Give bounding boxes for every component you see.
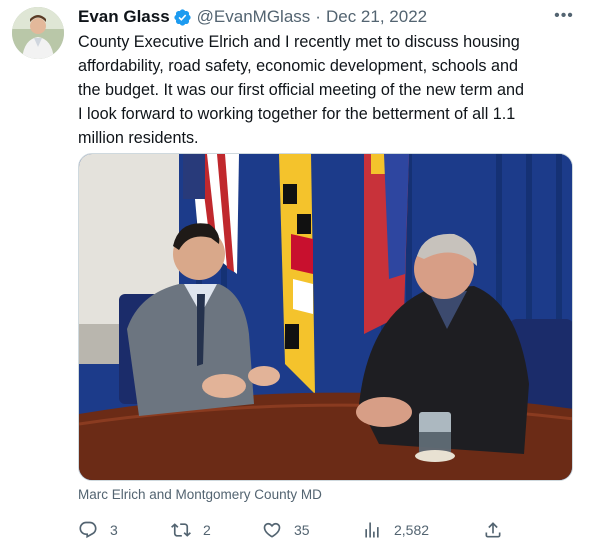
reply-icon <box>79 521 97 539</box>
tweet-header: Evan Glass @EvanMGlass · Dec 21, 2022 <box>78 6 427 28</box>
tweet-photo[interactable] <box>78 153 573 481</box>
tweet-text: County Executive Elrich and I recently m… <box>78 33 524 147</box>
like-count: 35 <box>294 522 310 538</box>
media-caption[interactable]: Marc Elrich and Montgomery County MD <box>78 487 322 502</box>
tweet-card[interactable]: Evan Glass @EvanMGlass · Dec 21, 2022 ••… <box>0 0 597 553</box>
retweet-icon <box>171 523 191 537</box>
more-options-icon[interactable]: ••• <box>554 6 574 26</box>
verified-badge-icon[interactable] <box>173 8 192 27</box>
share-icon <box>485 522 501 538</box>
retweet-count: 2 <box>203 522 211 538</box>
heart-icon <box>263 522 281 538</box>
avatar-portrait <box>12 7 64 59</box>
retweet-button[interactable]: 2 <box>171 516 211 544</box>
views-chart-icon <box>365 522 379 538</box>
tweet-date[interactable]: Dec 21, 2022 <box>326 7 427 27</box>
views-button[interactable]: 2,582 <box>362 516 429 544</box>
views-count: 2,582 <box>394 522 430 538</box>
meeting-photo <box>79 154 572 480</box>
author-avatar[interactable] <box>12 7 64 59</box>
share-button[interactable] <box>483 516 515 544</box>
reply-button[interactable]: 3 <box>78 516 118 544</box>
like-button[interactable]: 35 <box>262 516 310 544</box>
separator-dot: · <box>315 7 321 26</box>
author-name[interactable]: Evan Glass <box>78 7 170 27</box>
action-bar: 3 2 35 2,582 <box>78 516 508 544</box>
author-handle[interactable]: @EvanMGlass <box>197 7 311 27</box>
reply-count: 3 <box>110 522 118 538</box>
